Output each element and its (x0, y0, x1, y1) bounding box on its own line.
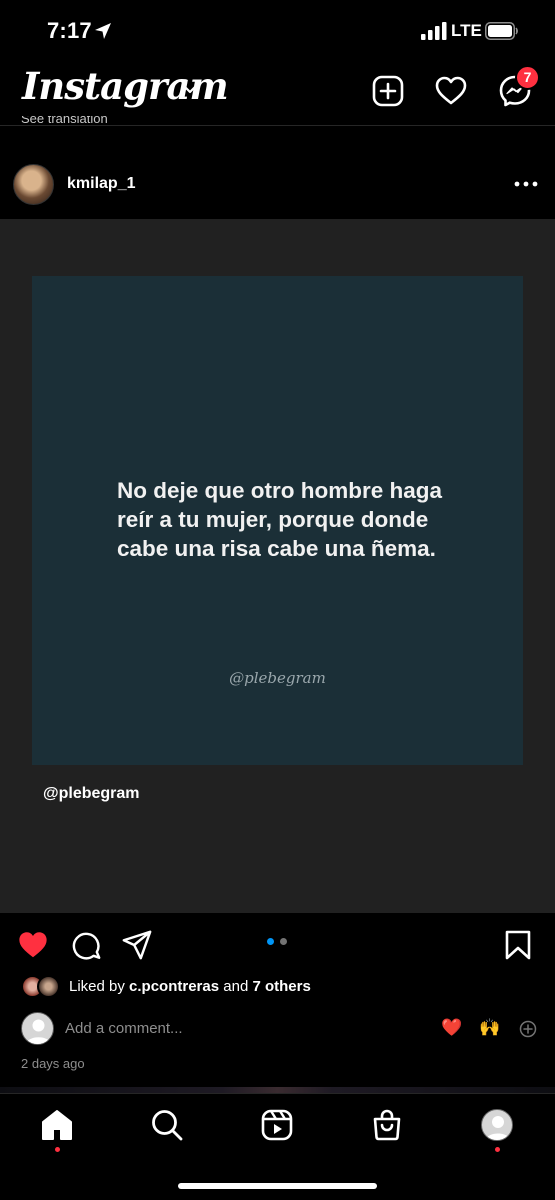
post-actions (0, 913, 555, 973)
bookmark-icon[interactable] (502, 929, 534, 961)
media-credit: @plebegram (43, 785, 140, 802)
carousel-dot-active (267, 938, 274, 945)
share-icon[interactable] (121, 929, 153, 961)
status-bar: 7:17 LTE (0, 0, 555, 62)
quote-signature: @plebegram (229, 669, 326, 687)
liker-username[interactable]: c.pcontreras (129, 978, 219, 995)
like-heart-icon[interactable] (17, 929, 49, 961)
post-timestamp: 2 days ago (21, 1056, 85, 1071)
heart-icon[interactable] (434, 74, 468, 108)
avatar (21, 1012, 54, 1045)
profile-avatar[interactable] (481, 1109, 513, 1141)
add-comment-input[interactable]: Add a comment... (65, 1020, 183, 1037)
liker-avatar (37, 975, 60, 998)
post-media[interactable]: No deje que otro hombre haga reír a tu m… (0, 219, 555, 913)
shop-bag-icon[interactable] (370, 1108, 404, 1142)
search-icon[interactable] (150, 1108, 184, 1142)
battery-icon (485, 22, 518, 40)
profile-notification-dot (495, 1147, 500, 1152)
add-reaction-icon[interactable] (519, 1020, 537, 1038)
likes-summary[interactable]: Liked by c.pcontreras and 7 others (69, 978, 311, 995)
location-arrow-icon (95, 23, 111, 39)
home-notification-dot (55, 1147, 60, 1152)
home-icon[interactable] (40, 1108, 74, 1142)
carousel-dot (280, 938, 287, 945)
status-time: 7:17 (47, 18, 92, 43)
default-user-icon (485, 1116, 511, 1140)
cellular-signal-icon (421, 22, 447, 40)
chevron-down-icon[interactable] (181, 82, 199, 96)
instagram-feed-screen: 7:17 LTE Instagram 7 See translation kmi… (0, 0, 555, 1200)
network-type: LTE (451, 21, 482, 40)
post-username[interactable]: kmilap_1 (67, 175, 135, 193)
reels-icon[interactable] (260, 1108, 294, 1142)
more-options-icon[interactable] (512, 176, 540, 192)
avatar[interactable] (13, 164, 54, 205)
quick-reaction-heart[interactable]: ❤️ (441, 1018, 462, 1038)
likes-others[interactable]: 7 others (252, 978, 310, 995)
quick-reaction-raised-hands[interactable]: 🙌 (479, 1018, 500, 1038)
new-post-icon[interactable] (371, 74, 405, 108)
likes-row[interactable]: Liked by c.pcontreras and 7 others (0, 972, 555, 1002)
see-translation-link[interactable]: See translation (21, 116, 108, 126)
messages-badge: 7 (515, 65, 540, 90)
add-comment-row: Add a comment... ❤️ 🙌 (0, 1010, 555, 1050)
post-header: kmilap_1 (0, 150, 555, 219)
home-indicator[interactable] (178, 1183, 377, 1189)
default-user-icon (26, 1019, 51, 1044)
comment-icon[interactable] (70, 929, 102, 961)
quote-image: No deje que otro hombre haga reír a tu m… (32, 276, 523, 765)
quote-text: No deje que otro hombre haga reír a tu m… (117, 478, 443, 561)
bottom-nav (0, 1093, 555, 1200)
